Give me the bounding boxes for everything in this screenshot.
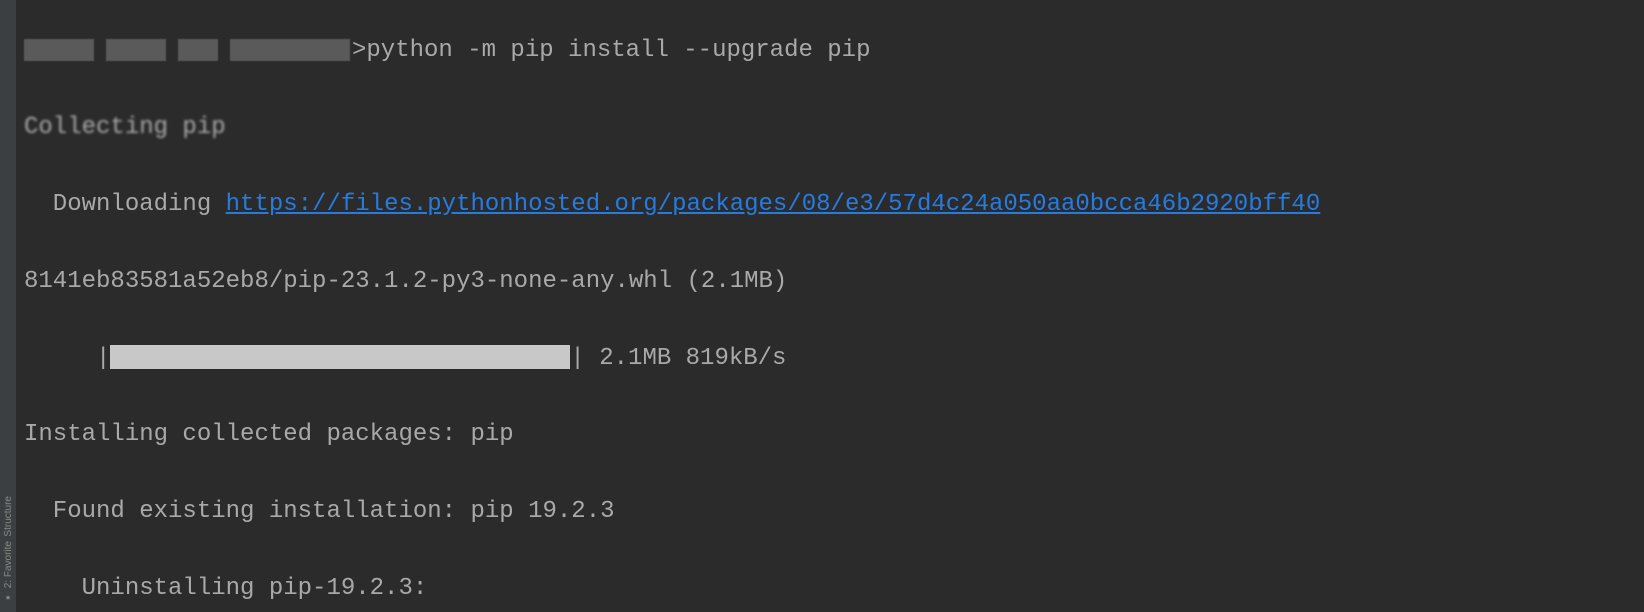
progress-bar xyxy=(110,345,570,369)
terminal-output[interactable]: >python -m pip install --upgrade pip Col… xyxy=(16,0,1644,612)
output-line: Uninstalling pip-19.2.3: xyxy=(24,570,1644,608)
output-line: Installing collected packages: pip xyxy=(24,416,1644,454)
progress-line: | | 2.1MB 819kB/s xyxy=(24,340,1644,378)
redacted-segment xyxy=(24,39,94,61)
bar-delimiter: | xyxy=(96,345,110,372)
redacted-segment xyxy=(106,39,166,61)
favorite-tab-label[interactable]: 2: Favorite xyxy=(3,541,14,588)
download-url-link[interactable]: https://files.pythonhosted.org/packages/… xyxy=(226,191,1321,218)
command-text: python -m pip install --upgrade pip xyxy=(366,37,870,64)
prompt-arrow: > xyxy=(352,37,366,64)
output-line: Found existing installation: pip 19.2.3 xyxy=(24,493,1644,531)
bar-delimiter: | xyxy=(570,345,584,372)
output-line: 8141eb83581a52eb8/pip-23.1.2-py3-none-an… xyxy=(24,263,1644,301)
indent xyxy=(24,345,96,372)
progress-stats: 2.1MB 819kB/s xyxy=(585,345,787,372)
redacted-segment xyxy=(178,39,218,61)
prompt-line-1: >python -m pip install --upgrade pip xyxy=(24,32,1644,70)
structure-tab-label[interactable]: Structure xyxy=(3,496,14,537)
star-icon: ★ xyxy=(5,592,11,604)
output-line: Collecting pip xyxy=(24,109,1644,147)
output-line: Downloading https://files.pythonhosted.o… xyxy=(24,186,1644,224)
redacted-segment xyxy=(230,39,350,61)
ide-left-gutter: Structure 2: Favorite ★ xyxy=(0,0,16,612)
download-prefix: Downloading xyxy=(24,191,226,218)
